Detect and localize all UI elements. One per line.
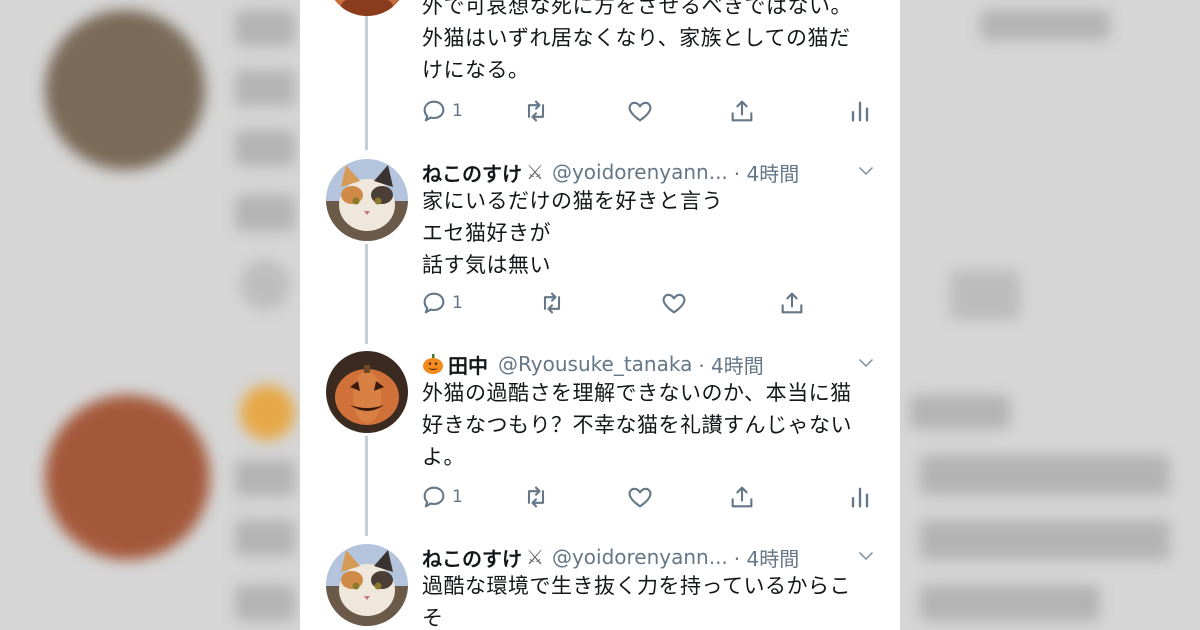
heart-icon [628, 487, 652, 508]
tweet-text-line: けになる。 [422, 58, 530, 82]
chevron-down-icon[interactable] [856, 161, 876, 181]
tweet-header: 田中 @Ryousuke_tanaka · 4時間 [422, 347, 880, 381]
tweet-text-line: よ。 [422, 445, 465, 469]
tweet-text-line: 家にいるだけの猫を好きと言う [422, 189, 723, 213]
tweet-text: 過酷な環境で生き抜く力を持っているからこ そ [422, 570, 878, 630]
display-name[interactable]: 田中 [448, 350, 488, 379]
retweet-icon [527, 100, 545, 122]
blurred-text [920, 520, 1170, 560]
analytics-icon [851, 487, 869, 508]
tweet-actions: 1 [420, 481, 870, 513]
reply-button[interactable]: 1 [420, 95, 463, 127]
timestamp[interactable]: · 4時間 [698, 350, 763, 379]
tweet[interactable]: ねこのすけ ⚔ @yoidorenyann... · 4時間 過酷な環境で生き抜… [300, 540, 900, 630]
tweet-text-line: 外で可哀想な死に方をさせるべきではない。 [422, 0, 852, 18]
blurred-avatar [45, 10, 205, 170]
share-icon [731, 486, 753, 508]
user-handle[interactable]: @yoidorenyann... [552, 545, 728, 569]
avatar[interactable] [326, 544, 408, 626]
tweet-text-line: 話す気は無い [422, 253, 551, 277]
crossed-swords-icon: ⚔ [526, 545, 544, 569]
tweet-text-line: 好きなつもり？不幸な猫を礼讃すんじゃない [422, 413, 852, 437]
timestamp[interactable]: · 4時間 [734, 158, 799, 187]
blurred-text [920, 455, 1170, 495]
retweet-button[interactable] [522, 95, 550, 127]
tweet-text: 外で可哀想な死に方をさせるべきではない。 外猫はいずれ居なくなり、家族としての猫… [422, 0, 878, 86]
tweet-actions: 1 [420, 95, 870, 127]
share-button[interactable] [728, 481, 756, 513]
tweet[interactable]: ねこのすけ ⚔ @yoidorenyann... · 4時間 家にいるだけの猫を… [300, 155, 900, 335]
reply-count: 1 [452, 293, 463, 313]
retweet-icon [543, 292, 561, 314]
blurred-text [910, 395, 1010, 429]
blurred-text [235, 520, 295, 556]
retweet-button[interactable] [538, 287, 566, 319]
tweet-text: 家にいるだけの猫を好きと言う エセ猫好きが 話す気は無い [422, 185, 878, 281]
tweet-thread: 外で可哀想な死に方をさせるべきではない。 外猫はいずれ居なくなり、家族としての猫… [300, 0, 900, 630]
reply-count: 1 [452, 101, 463, 121]
like-button[interactable] [626, 481, 654, 513]
blurred-backdrop-right [900, 0, 1200, 630]
avatar[interactable] [326, 351, 408, 433]
blurred-text [235, 70, 295, 106]
tweet-text-line: 過酷な環境で生き抜く力を持っているからこ [422, 574, 851, 598]
tweet-actions: 1 [420, 287, 870, 319]
avatar[interactable] [326, 159, 408, 241]
blurred-text [980, 10, 1110, 40]
analytics-button[interactable] [846, 481, 874, 513]
share-icon [731, 100, 753, 122]
retweet-icon [527, 486, 545, 508]
display-name[interactable]: ねこのすけ [422, 543, 522, 572]
reply-icon [423, 292, 445, 314]
reply-icon [423, 486, 445, 508]
chevron-down-icon[interactable] [856, 353, 876, 373]
chevron-down-icon[interactable] [856, 546, 876, 566]
share-button[interactable] [778, 287, 806, 319]
share-icon [781, 292, 803, 314]
tweet[interactable]: 外で可哀想な死に方をさせるべきではない。 外猫はいずれ居なくなり、家族としての猫… [300, 0, 900, 140]
blurred-text [235, 10, 295, 46]
blurred-text [235, 460, 295, 496]
tweet-text: 外猫の過酷さを理解できないのか、本当に猫 好きなつもり？不幸な猫を礼讃すんじゃな… [422, 377, 878, 473]
blurred-text [235, 195, 295, 231]
tweet-text-line: エセ猫好きが [422, 221, 551, 245]
tweet-header: ねこのすけ ⚔ @yoidorenyann... · 4時間 [422, 540, 880, 574]
blurred-text [235, 585, 295, 621]
jack-o-lantern-icon [423, 354, 443, 374]
blurred-backdrop-left [0, 0, 300, 630]
user-handle[interactable]: @yoidorenyann... [552, 160, 728, 184]
user-handle[interactable]: @Ryousuke_tanaka [498, 352, 692, 376]
analytics-button[interactable] [846, 95, 874, 127]
heart-icon [662, 293, 686, 314]
retweet-button[interactable] [522, 481, 550, 513]
blurred-text [920, 585, 1100, 621]
tweet-text-line: 外猫の過酷さを理解できないのか、本当に猫 [422, 381, 852, 405]
crossed-swords-icon: ⚔ [526, 160, 544, 184]
blurred-pumpkin [240, 385, 295, 440]
like-button[interactable] [660, 287, 688, 319]
reply-button[interactable]: 1 [420, 481, 463, 513]
like-button[interactable] [626, 95, 654, 127]
blurred-icon [950, 270, 1020, 320]
reply-count: 1 [452, 487, 463, 507]
avatar[interactable] [326, 0, 408, 16]
tweet[interactable]: 田中 @Ryousuke_tanaka · 4時間 外猫の過酷さを理解できないの… [300, 347, 900, 527]
heart-icon [628, 101, 652, 122]
blurred-text [235, 130, 295, 166]
reply-icon [423, 100, 445, 122]
blurred-avatar [45, 395, 210, 560]
tweet-header: ねこのすけ ⚔ @yoidorenyann... · 4時間 [422, 155, 880, 189]
blurred-icon [240, 260, 290, 310]
share-button[interactable] [728, 95, 756, 127]
timestamp[interactable]: · 4時間 [734, 543, 799, 572]
display-name[interactable]: ねこのすけ [422, 158, 522, 187]
analytics-icon [851, 101, 869, 122]
tweet-text-line: 外猫はいずれ居なくなり、家族としての猫だ [422, 26, 851, 50]
tweet-text-line: そ [422, 606, 444, 630]
reply-button[interactable]: 1 [420, 287, 463, 319]
